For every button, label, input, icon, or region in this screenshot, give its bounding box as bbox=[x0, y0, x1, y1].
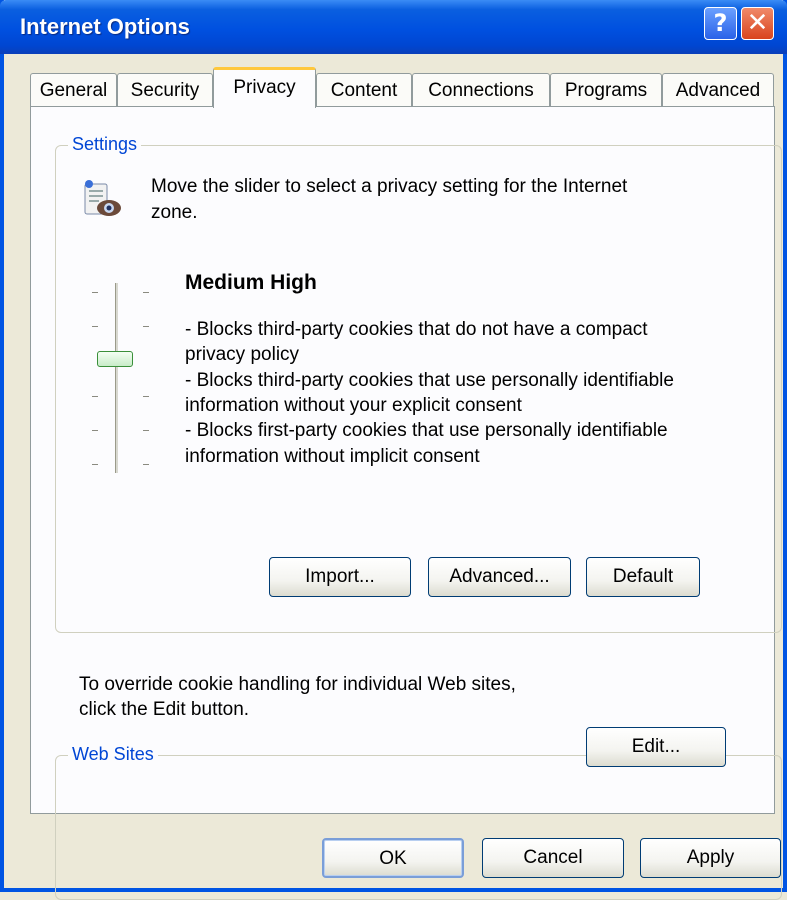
slider-tick bbox=[143, 430, 149, 431]
slider-tick bbox=[92, 464, 98, 465]
slider-track[interactable] bbox=[115, 283, 118, 473]
slider-tick bbox=[143, 396, 149, 397]
ok-button[interactable]: OK bbox=[322, 838, 464, 878]
web-sites-description-line1: To override cookie handling for individu… bbox=[79, 674, 516, 695]
web-sites-group-label: Web Sites bbox=[68, 744, 158, 765]
settings-group-label: Settings bbox=[68, 134, 142, 155]
level-description-line: - Blocks third-party cookies that use pe… bbox=[185, 370, 674, 391]
apply-button[interactable]: Apply bbox=[640, 838, 781, 878]
slider-tick bbox=[143, 326, 149, 327]
import-button[interactable]: Import... bbox=[269, 557, 411, 597]
slider-tick bbox=[92, 326, 98, 327]
privacy-icon bbox=[84, 180, 121, 216]
level-description-line: - Blocks third-party cookies that do not… bbox=[185, 319, 648, 340]
slider-thumb[interactable] bbox=[97, 351, 133, 367]
tab-programs[interactable]: Programs bbox=[550, 73, 662, 107]
close-button[interactable]: ✕ bbox=[741, 7, 774, 40]
edit-button[interactable]: Edit... bbox=[586, 727, 726, 767]
cancel-button[interactable]: Cancel bbox=[482, 838, 624, 878]
tab-advanced[interactable]: Advanced bbox=[662, 73, 774, 107]
slider-tick bbox=[143, 464, 149, 465]
help-button[interactable]: ? bbox=[704, 7, 737, 40]
slider-tick bbox=[143, 292, 149, 293]
privacy-level-name: Medium High bbox=[185, 271, 317, 294]
tab-general[interactable]: General bbox=[30, 73, 117, 107]
tab-content[interactable]: Content bbox=[316, 73, 412, 107]
window-title: Internet Options bbox=[20, 14, 190, 39]
level-description-line: - Blocks first-party cookies that use pe… bbox=[185, 420, 668, 441]
internet-options-window: Internet Options ? ✕ General Security Pr… bbox=[0, 0, 787, 900]
level-description-line: privacy policy bbox=[185, 344, 300, 365]
tab-security[interactable]: Security bbox=[117, 73, 213, 107]
slider-tick bbox=[92, 430, 98, 431]
web-sites-description-line2: click the Edit button. bbox=[79, 699, 250, 720]
settings-description-line1: Move the slider to select a privacy sett… bbox=[151, 176, 628, 197]
level-description-line: information without implicit consent bbox=[185, 446, 480, 467]
slider-tick bbox=[92, 292, 98, 293]
level-description-line: information without your explicit consen… bbox=[185, 395, 522, 416]
advanced-button[interactable]: Advanced... bbox=[428, 557, 571, 597]
slider-tick bbox=[92, 396, 98, 397]
default-button[interactable]: Default bbox=[586, 557, 700, 597]
tab-privacy[interactable]: Privacy bbox=[213, 67, 316, 108]
title-bar[interactable]: Internet Options ? ✕ bbox=[0, 0, 787, 54]
settings-description-line2: zone. bbox=[151, 202, 198, 223]
web-sites-group: Web Sites bbox=[55, 744, 782, 900]
tab-connections[interactable]: Connections bbox=[412, 73, 550, 107]
